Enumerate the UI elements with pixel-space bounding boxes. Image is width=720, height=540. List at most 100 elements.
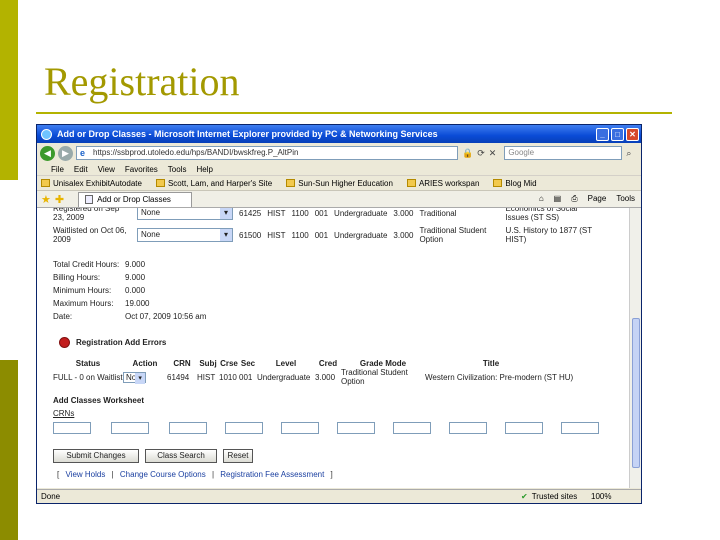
browser-window: Add or Drop Classes - Microsoft Internet… [36,124,642,504]
zoom-level[interactable]: 100% [591,492,641,501]
row-sec: 001 [314,230,329,240]
reset-button[interactable]: Reset [223,449,253,463]
crn-input[interactable] [449,422,487,434]
err-grade-mode: Traditional Student Option [341,368,408,386]
crn-input[interactable] [53,422,91,434]
row-subj: HIST [267,208,286,218]
feeds-icon[interactable]: ▤ [554,194,562,204]
col-title: Title [482,358,500,368]
summary-label: Billing Hours: [53,273,101,282]
menu-favorites[interactable]: Favorites [125,165,158,174]
crn-input[interactable] [393,422,431,434]
link-fee-assessment[interactable]: Registration Fee Assessment [220,470,324,479]
row-cred: 3.000 [393,230,414,240]
row-subj: HIST [267,230,286,240]
lock-icon: 🔒 [462,147,474,158]
page-content: Registered on Sep 23, 2009 None 61425 HI… [37,208,629,488]
class-search-button[interactable]: Class Search [145,449,217,463]
row-status: Registered on Sep 23, 2009 [53,208,120,222]
search-input[interactable]: Google [504,146,623,160]
col-status: Status [75,358,101,368]
link-item[interactable]: Scott, Lam, and Harper's Site [155,178,273,188]
link-label: ARIES workspan [418,178,480,188]
link-change-course-options[interactable]: Change Course Options [120,470,206,479]
summary-value: 0.000 [125,286,146,295]
link-item[interactable]: ARIES workspan [406,178,480,188]
home-icon[interactable]: ⌂ [539,194,544,204]
summary-total-credit: Total Credit Hours: 9.000 [53,260,145,269]
page-icon [406,179,416,187]
page-menu[interactable]: Page [588,194,607,204]
print-icon[interactable]: ⎙ [571,194,577,204]
menu-view[interactable]: View [98,165,115,174]
stop-icon[interactable]: ✕ [489,148,497,159]
close-icon[interactable]: ✕ [626,127,639,141]
crn-input[interactable] [281,422,319,434]
forward-icon[interactable]: ▶ [58,145,73,161]
crn-input[interactable] [225,422,263,434]
menu-file[interactable]: File [51,165,64,174]
row-cred: 3.000 [393,208,414,218]
crn-input[interactable] [111,422,149,434]
crn-input[interactable] [505,422,543,434]
err-title: Western Civilization: Pre-modern (ST HU) [425,372,574,382]
action-select[interactable]: None [137,208,233,220]
summary-date: Date: Oct 07, 2009 10:56 am [53,312,206,321]
tab-add-drop[interactable]: Add or Drop Classes [78,191,192,207]
window-title: Add or Drop Classes - Microsoft Internet… [57,129,438,139]
add-favorite-icon[interactable]: ✚ [55,193,64,206]
vertical-scrollbar[interactable] [629,208,641,488]
action-value: None [141,230,161,239]
link-view-holds[interactable]: View Holds [65,470,105,479]
search-icon[interactable]: ⌕ [626,148,631,159]
err-sec: 001 [239,372,253,382]
maximize-icon[interactable]: □ [611,127,624,141]
tools-menu[interactable]: Tools [616,194,635,204]
crn-input[interactable] [561,422,599,434]
col-cred: Cred [318,358,338,368]
link-item[interactable]: Sun-Sun Higher Education [286,179,393,188]
ie-icon [41,128,52,140]
zone-label: Trusted sites [531,492,578,501]
summary-maximum: Maximum Hours: 19.000 [53,299,149,308]
link-item[interactable]: Unisalex ExhibitAutodate [41,179,142,188]
favorites-star-icon[interactable]: ★ [41,193,51,206]
address-bar[interactable]: https://ssbprod.utoledo.edu/hps/BANDI/bw… [76,146,458,160]
link-label: Scott, Lam, and Harper's Site [167,178,273,188]
link-label: Sun-Sun Higher Education [298,178,393,188]
action-select[interactable]: None [123,371,147,383]
menu-tools[interactable]: Tools [168,165,187,174]
refresh-icon[interactable]: ⟳ [477,148,485,159]
footer-links: [ View Holds | Change Course Options | R… [53,470,337,479]
summary-value: 9.000 [125,273,146,282]
col-action: Action [132,358,158,368]
crn-input[interactable] [337,422,375,434]
action-value: None [126,372,146,382]
crn-input[interactable] [169,422,207,434]
minimize-icon[interactable]: _ [596,127,609,141]
menu-help[interactable]: Help [196,165,212,174]
col-level: Level [275,358,297,368]
page-icon [41,179,50,187]
back-icon[interactable]: ◀ [40,145,55,161]
action-value: None [141,208,161,217]
row-sec: 001 [314,208,329,218]
menu-edit[interactable]: Edit [74,165,88,174]
row-crn: 61500 [239,230,262,240]
page-icon [155,179,165,187]
page-icon [85,195,94,204]
errors-heading: Registration Add Errors [59,337,166,348]
submit-changes-button[interactable]: Submit Changes [53,449,139,463]
tab-label: Add or Drop Classes [97,195,171,204]
link-separator: ] [330,470,333,479]
link-item[interactable]: Blog Mid [493,179,537,188]
slide-accent-bottom [0,360,18,540]
summary-billing: Billing Hours: 9.000 [53,273,145,282]
action-select[interactable]: None [137,228,233,242]
link-label: Unisalex ExhibitAutodate [53,178,142,188]
worksheet-title: Add Classes Worksheet [53,396,144,405]
security-zone: ✔ Trusted sites [521,492,591,501]
col-subj: Subj [199,358,217,368]
table-row: Registered on Sep 23, 2009 None 61425 HI… [53,208,605,222]
scrollbar-thumb[interactable] [632,318,640,468]
